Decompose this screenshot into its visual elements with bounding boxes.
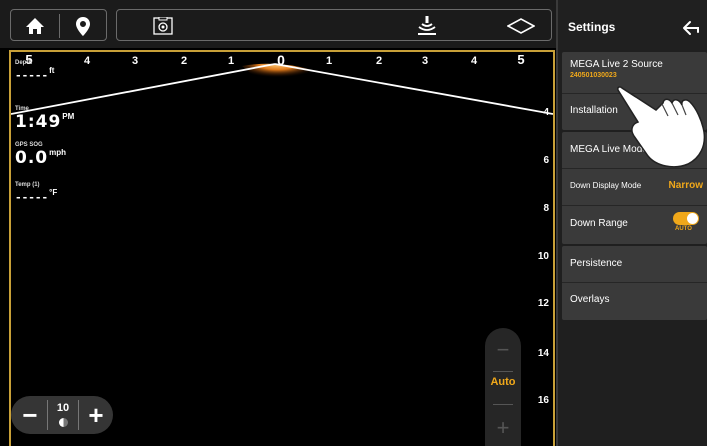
- down-range-toggle[interactable]: AUTO: [673, 212, 701, 236]
- range-auto-button[interactable]: Auto: [485, 376, 521, 388]
- zoom-in-button[interactable]: +: [79, 398, 113, 432]
- zoom-level: 10: [47, 400, 79, 430]
- speed-unit: mph: [49, 148, 67, 157]
- menu-item-label: Overlays: [570, 294, 610, 305]
- toggle-auto-label: AUTO: [675, 226, 692, 232]
- toggle-knob: [687, 213, 698, 224]
- depth-label: 14: [537, 348, 549, 359]
- hscale-label: 1: [325, 55, 333, 67]
- zoom-level-value: 10: [56, 402, 70, 414]
- time-unit: PM: [62, 112, 75, 121]
- screenshot-camera-icon[interactable]: [149, 14, 177, 38]
- sonar-ping-icon[interactable]: [413, 14, 441, 38]
- back-arrow-icon[interactable]: [680, 17, 702, 39]
- range-plus-button[interactable]: +: [487, 412, 519, 444]
- time-readout: Time 1:49PM: [15, 106, 74, 132]
- speed-value: 0.0: [15, 148, 49, 168]
- depth-label: 4: [543, 107, 549, 118]
- toolbar-right-group: [116, 9, 552, 41]
- settings-header: Settings: [558, 0, 707, 50]
- menu-item-overlays[interactable]: Overlays: [562, 283, 707, 320]
- menu-item-sub: 240501030023: [570, 72, 617, 79]
- depth-label: 16: [537, 395, 549, 406]
- hscale-label: 0: [277, 52, 285, 68]
- menu-item-label: MEGA Live 2 Source: [570, 59, 663, 70]
- time-value: 1:49: [15, 112, 62, 132]
- menu-item-down-range[interactable]: Down Range AUTO: [562, 206, 707, 244]
- temp-value: -----: [15, 191, 49, 204]
- menu-item-label: Down Range: [570, 218, 628, 229]
- sonar-cone: [11, 63, 553, 115]
- hscale-label: 4: [470, 55, 478, 67]
- depth-label: 8: [543, 203, 549, 214]
- hscale-label: 3: [421, 55, 429, 67]
- zoom-control: − 10 +: [11, 396, 113, 434]
- menu-item-persistence[interactable]: Persistence: [562, 246, 707, 283]
- range-divider: [493, 404, 513, 405]
- temp-unit: °F: [49, 188, 58, 197]
- view-diamond-icon[interactable]: [505, 14, 537, 38]
- hscale-label: 1: [227, 55, 235, 67]
- zoom-out-button[interactable]: −: [13, 398, 47, 432]
- depth-unit: ft: [49, 66, 55, 75]
- toolbar-left-group: [10, 9, 107, 41]
- display-group: Persistence Overlays: [562, 246, 707, 320]
- hscale-label: 5: [517, 52, 525, 67]
- pointing-hand-icon: [616, 84, 707, 175]
- menu-item-label: Down Display Mode: [570, 181, 642, 190]
- settings-panel: Settings MEGA Live 2 Source 240501030023…: [556, 0, 707, 446]
- settings-title: Settings: [568, 20, 616, 34]
- depth-label: 12: [537, 298, 549, 309]
- hscale-label: 4: [83, 55, 91, 67]
- depth-label: 6: [543, 155, 549, 166]
- depth-label: 10: [537, 251, 549, 262]
- sonar-view[interactable]: 5 4 3 2 1 0 1 2 3 4 5 4 6 8 10 12 14 16 …: [9, 50, 555, 446]
- menu-item-label: Installation: [570, 105, 618, 116]
- waypoint-pin-icon[interactable]: [69, 14, 97, 38]
- temp-readout: Temp (1) -----°F: [15, 182, 57, 206]
- menu-item-label: Persistence: [570, 258, 623, 269]
- range-minus-button[interactable]: −: [487, 334, 519, 366]
- hscale-label: 2: [375, 55, 383, 67]
- depth-value: -----: [15, 69, 49, 82]
- toolbar-divider: [59, 14, 60, 38]
- zoom-indicator-icon: [58, 418, 68, 427]
- range-divider: [493, 371, 513, 372]
- cone-edge-right: [274, 63, 553, 115]
- speed-readout: GPS SOG 0.0mph: [15, 142, 66, 168]
- range-control: − Auto +: [485, 328, 521, 446]
- hscale-label: 3: [131, 55, 139, 67]
- top-toolbar: [0, 0, 556, 48]
- hscale-label: 2: [180, 55, 188, 67]
- home-icon[interactable]: [21, 14, 49, 38]
- depth-readout: Depth -----ft: [15, 60, 54, 84]
- down-display-mode-value: Narrow: [668, 180, 703, 191]
